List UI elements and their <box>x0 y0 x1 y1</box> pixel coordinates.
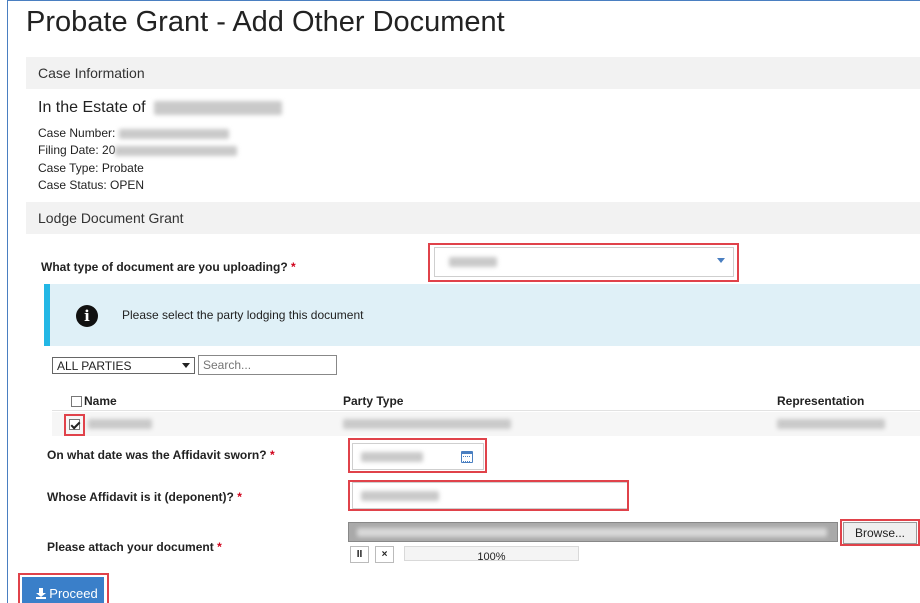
case-information-header: Case Information <box>26 57 920 89</box>
lodge-document-header: Lodge Document Grant <box>26 202 920 234</box>
party-search-input[interactable] <box>198 355 337 375</box>
column-party-type: Party Type <box>343 394 404 408</box>
column-representation: Representation <box>777 394 865 408</box>
affidavit-date-label: On what date was the Affidavit sworn? * <box>47 448 275 462</box>
highlight-deponent <box>348 480 629 511</box>
info-message: Please select the party lodging this doc… <box>122 308 364 322</box>
page-title: Probate Grant - Add Other Document <box>26 6 505 38</box>
estate-prefix: In the Estate of <box>38 99 146 116</box>
attach-document-label: Please attach your document * <box>47 540 222 554</box>
document-type-label: What type of document are you uploading?… <box>41 260 296 274</box>
deponent-label: Whose Affidavit is it (deponent)? * <box>47 490 242 504</box>
info-icon: i <box>76 305 98 327</box>
redacted-estate-name <box>154 100 283 115</box>
upload-progress-bar: 100% <box>404 546 579 561</box>
required-mark: * <box>291 260 296 274</box>
case-number: Case Number: <box>38 126 229 140</box>
party-filter-select[interactable]: ALL PARTIES <box>52 357 195 374</box>
cancel-upload-button[interactable]: × <box>375 546 394 563</box>
filing-date-label: Filing Date: 20 <box>38 143 116 157</box>
highlight-document-type <box>428 243 739 282</box>
redacted-party-name <box>88 419 152 429</box>
redacted-representation <box>777 419 885 429</box>
redacted-filing-date <box>115 145 238 156</box>
case-type: Case Type: Probate <box>38 161 144 175</box>
filing-date: Filing Date: 20 <box>38 143 238 157</box>
pause-icon: II <box>356 549 363 560</box>
file-path-field[interactable] <box>348 522 838 542</box>
party-filter-value: ALL PARTIES <box>57 359 132 373</box>
highlight-proceed <box>18 573 109 603</box>
highlight-party-checkbox <box>64 414 85 436</box>
estate-heading: In the Estate of <box>38 99 283 117</box>
party-table-header: Name Party Type Representation <box>52 391 920 411</box>
column-name: Name <box>84 394 117 408</box>
case-status: Case Status: OPEN <box>38 178 145 192</box>
pause-upload-button[interactable]: II <box>350 546 369 563</box>
close-icon: × <box>381 549 388 560</box>
highlight-date <box>348 438 487 473</box>
redacted-file-path <box>357 528 827 537</box>
upload-progress-text: 100% <box>477 551 506 561</box>
case-number-label: Case Number: <box>38 126 116 140</box>
select-all-checkbox[interactable] <box>71 396 82 407</box>
redacted-party-type <box>343 419 511 429</box>
table-row[interactable] <box>52 412 920 436</box>
highlight-browse <box>840 519 920 546</box>
redacted-case-number <box>118 128 229 139</box>
chevron-down-icon <box>182 363 190 368</box>
party-info-panel: i Please select the party lodging this d… <box>44 284 920 346</box>
